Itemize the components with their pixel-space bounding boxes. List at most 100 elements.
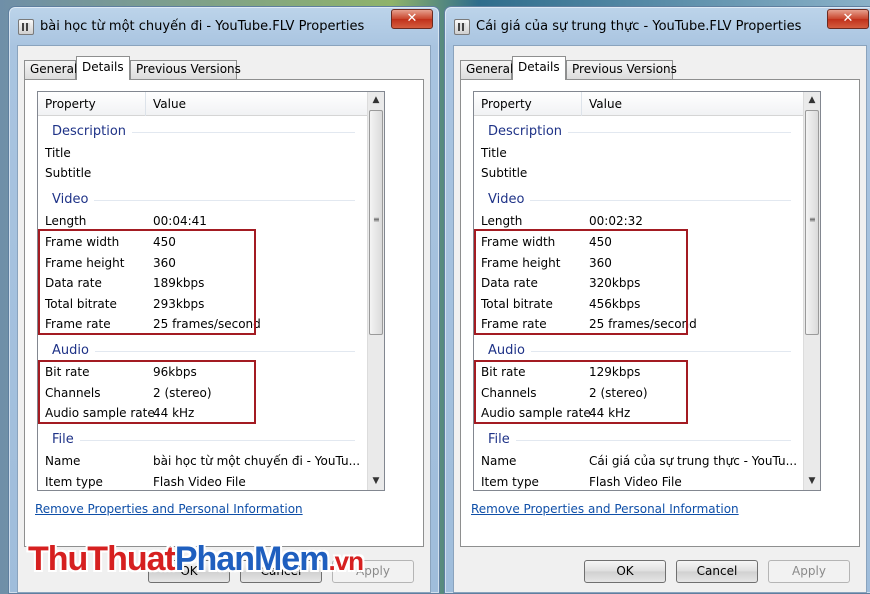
- group-file: File: [474, 430, 803, 450]
- watermark-part-2: PhanMem: [174, 540, 330, 578]
- list-header: Property Value: [474, 92, 803, 116]
- dialog-client: General Details Previous Versions Proper…: [453, 45, 867, 593]
- group-title: File: [488, 432, 516, 447]
- property-name: Title: [45, 146, 71, 160]
- group-title: Description: [488, 124, 569, 139]
- apply-button[interactable]: Apply: [768, 560, 850, 583]
- group-divider: [52, 351, 355, 352]
- group-divider: [488, 440, 791, 441]
- scroll-up-arrow-icon[interactable]: ▲: [804, 92, 820, 109]
- group-title: Audio: [52, 343, 95, 358]
- watermark-part-3: .vn: [328, 546, 364, 576]
- group-divider: [52, 200, 355, 201]
- property-value: bài học từ một chuyến đi - YouTu...: [153, 454, 361, 468]
- list-row[interactable]: Length 00:04:41: [38, 211, 367, 231]
- group-description: Description: [474, 122, 803, 142]
- dialog-client: General Details Previous Versions Proper…: [17, 45, 431, 593]
- list-row[interactable]: Length 00:02:32: [474, 211, 803, 231]
- group-audio: Audio: [38, 341, 367, 361]
- tab-previous-versions[interactable]: Previous Versions: [130, 60, 241, 79]
- window-title: bài học từ một chuyến đi - YouTube.FLV P…: [40, 19, 365, 34]
- property-name: Subtitle: [481, 166, 528, 180]
- property-name: Length: [481, 214, 523, 228]
- property-value: Flash Video File: [153, 475, 246, 489]
- close-button[interactable]: ✕: [827, 9, 869, 29]
- remove-properties-link[interactable]: Remove Properties and Personal Informati…: [35, 502, 303, 516]
- properties-list[interactable]: Property Value Description Title Subtitl…: [473, 91, 821, 491]
- group-video: Video: [38, 190, 367, 210]
- close-button[interactable]: ✕: [391, 9, 433, 29]
- video-highlight-box: [474, 229, 688, 335]
- vertical-scrollbar[interactable]: ▲ ≡ ▼: [803, 92, 820, 490]
- ok-button[interactable]: OK: [584, 560, 666, 583]
- tab-details[interactable]: Details: [512, 56, 566, 80]
- vertical-scrollbar[interactable]: ▲ ≡ ▼: [367, 92, 384, 490]
- list-row[interactable]: Title: [474, 143, 803, 163]
- watermark-part-1: ThuThuat: [28, 540, 176, 578]
- property-name: Name: [45, 454, 81, 468]
- property-value: 00:02:32: [589, 214, 643, 228]
- grip-icon: ≡: [373, 215, 380, 224]
- grip-icon: ≡: [809, 215, 816, 224]
- list-body: Description Title Subtitle Video Length 0…: [38, 116, 367, 490]
- scroll-down-arrow-icon[interactable]: ▼: [368, 473, 384, 490]
- list-row[interactable]: Title: [38, 143, 367, 163]
- title-bar[interactable]: bài học từ một chuyến đi - YouTube.FLV P…: [9, 7, 439, 45]
- cancel-button[interactable]: Cancel: [676, 560, 758, 583]
- video-highlight-box: [38, 229, 256, 335]
- group-audio: Audio: [474, 341, 803, 361]
- group-divider: [488, 351, 791, 352]
- list-row[interactable]: Subtitle: [474, 163, 803, 183]
- list-body: Description Title Subtitle Video Length 0…: [474, 116, 803, 490]
- property-name: Length: [45, 214, 87, 228]
- column-header-property[interactable]: Property: [481, 97, 532, 111]
- group-title: Audio: [488, 343, 531, 358]
- scrollbar-thumb[interactable]: ≡: [805, 110, 819, 335]
- scroll-down-arrow-icon[interactable]: ▼: [804, 473, 820, 490]
- scroll-up-arrow-icon[interactable]: ▲: [368, 92, 384, 109]
- column-divider[interactable]: [581, 92, 582, 116]
- property-value: Cái giá của sự trung thực - YouTu...: [589, 454, 798, 468]
- column-header-value[interactable]: Value: [589, 97, 622, 111]
- title-bar[interactable]: Cái giá của sự trung thực - YouTube.FLV …: [445, 7, 870, 45]
- group-title: Video: [52, 192, 95, 207]
- audio-highlight-box: [38, 360, 256, 424]
- group-divider: [52, 440, 355, 441]
- properties-list[interactable]: Property Value Description Title Subtitl…: [37, 91, 385, 491]
- property-name: Item type: [481, 475, 539, 489]
- group-title: File: [52, 432, 80, 447]
- properties-window-left: bài học từ một chuyến đi - YouTube.FLV P…: [8, 6, 440, 594]
- group-title: Video: [488, 192, 531, 207]
- details-panel: Property Value Description Title Subtitl…: [24, 79, 424, 547]
- site-watermark: ThuThuatPhanMem.vn: [28, 540, 364, 579]
- group-file: File: [38, 430, 367, 450]
- details-panel: Property Value Description Title Subtitl…: [460, 79, 860, 547]
- property-name: Item type: [45, 475, 103, 489]
- list-row[interactable]: Item type Flash Video File: [474, 472, 803, 490]
- tab-general[interactable]: General: [460, 60, 513, 79]
- remove-properties-link[interactable]: Remove Properties and Personal Informati…: [471, 502, 739, 516]
- column-header-value[interactable]: Value: [153, 97, 186, 111]
- property-name: Title: [481, 146, 507, 160]
- property-name: Name: [481, 454, 517, 468]
- property-value: Flash Video File: [589, 475, 682, 489]
- column-header-property[interactable]: Property: [45, 97, 96, 111]
- property-value: 00:04:41: [153, 214, 207, 228]
- tab-details[interactable]: Details: [76, 56, 130, 80]
- scrollbar-thumb[interactable]: ≡: [369, 110, 383, 335]
- audio-highlight-box: [474, 360, 688, 424]
- list-row[interactable]: Name bài học từ một chuyến đi - YouTu...: [38, 451, 367, 471]
- properties-window-right: Cái giá của sự trung thực - YouTube.FLV …: [444, 6, 870, 594]
- column-divider[interactable]: [145, 92, 146, 116]
- group-title: Description: [52, 124, 133, 139]
- group-divider: [488, 200, 791, 201]
- list-row[interactable]: Subtitle: [38, 163, 367, 183]
- list-row[interactable]: Name Cái giá của sự trung thực - YouTu...: [474, 451, 803, 471]
- group-video: Video: [474, 190, 803, 210]
- group-description: Description: [38, 122, 367, 142]
- window-title: Cái giá của sự trung thực - YouTube.FLV …: [476, 19, 802, 34]
- list-header: Property Value: [38, 92, 367, 116]
- tab-general[interactable]: General: [24, 60, 77, 79]
- list-row[interactable]: Item type Flash Video File: [38, 472, 367, 490]
- tab-previous-versions[interactable]: Previous Versions: [566, 60, 677, 79]
